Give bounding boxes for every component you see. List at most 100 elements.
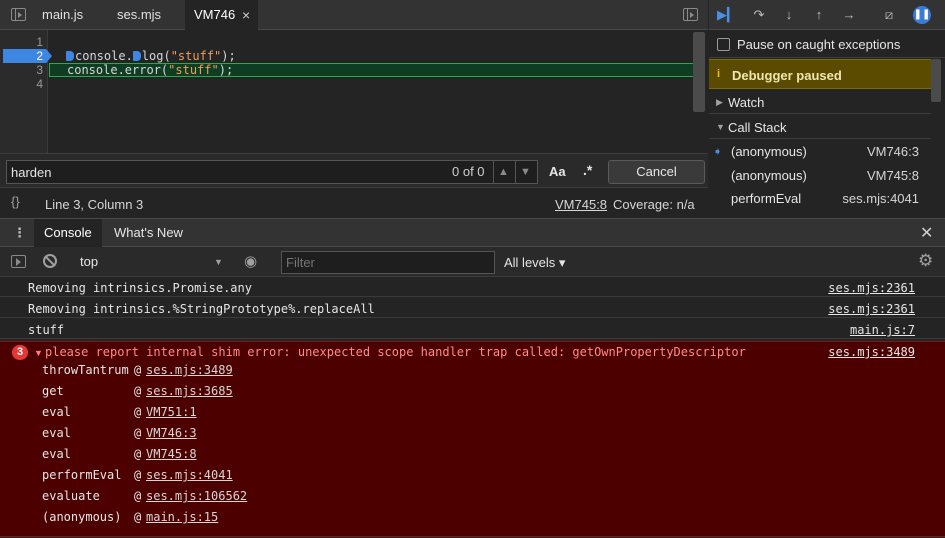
navigator-toggle-icon[interactable] [11, 8, 26, 21]
step-over-icon[interactable]: ↷ [749, 6, 769, 24]
source-map-link[interactable]: VM745:8 [555, 197, 607, 212]
filter-input[interactable] [281, 251, 495, 274]
editor-scrollbar[interactable] [693, 32, 705, 112]
step-out-icon[interactable]: ↑ [809, 6, 829, 24]
stack-location-link[interactable]: VM745:8 [146, 447, 197, 461]
stack-at: @ [134, 405, 142, 419]
frame-location: VM746:3 [866, 144, 919, 159]
console-sidebar-toggle-icon[interactable] [11, 255, 26, 268]
message-source-link[interactable]: ses.mjs:2361 [828, 302, 915, 316]
debugger-sidebar-toggle-icon[interactable] [683, 8, 698, 21]
stack-fn: eval [42, 426, 71, 440]
editor-status-bar: {} Line 3, Column 3 VM745:8 Coverage: n/… [0, 187, 708, 218]
context-selector[interactable]: top [80, 254, 98, 269]
line-gutter: 1 2 3 4 [0, 30, 52, 153]
stack-at: @ [134, 363, 142, 377]
drawer-menu-icon[interactable]: ⋮ [13, 225, 26, 241]
gear-icon[interactable]: ⚙ [918, 251, 933, 271]
pause-on-exceptions-icon[interactable]: ❚❚ [913, 6, 931, 24]
tab-main-js[interactable]: main.js [28, 0, 97, 30]
search-next-icon[interactable]: ▼ [515, 161, 535, 183]
stack-fn: eval [42, 447, 71, 461]
inline-breakpoint-icon[interactable] [66, 51, 74, 61]
stack-fn: throwTantrum [42, 363, 129, 377]
message-source-link[interactable]: main.js:7 [850, 323, 915, 337]
clear-console-icon[interactable] [43, 254, 57, 268]
stack-location-link[interactable]: ses.mjs:3489 [146, 363, 233, 377]
stack-at: @ [134, 426, 142, 440]
code-editor[interactable]: 1 2 3 4 console. log("stuff"); console.er… [0, 30, 708, 153]
message-source-link[interactable]: ses.mjs:2361 [828, 281, 915, 295]
watch-section[interactable]: ▶ Watch [709, 90, 931, 114]
code-string: "stuff" [170, 49, 222, 63]
pretty-print-icon[interactable]: {} [11, 194, 20, 209]
chevron-down-icon[interactable]: ▼ [214, 257, 223, 267]
log-levels-dropdown[interactable]: All levels ▾ [504, 255, 565, 271]
code-token: ); [218, 63, 234, 77]
line-number[interactable]: 2 [13, 49, 43, 63]
search-prev-icon[interactable]: ▲ [493, 161, 513, 183]
stack-location-link[interactable]: VM751:1 [146, 405, 197, 419]
code-token: console. [75, 49, 133, 63]
close-drawer-icon[interactable]: ✕ [920, 223, 933, 243]
match-case-button[interactable]: Aa [549, 164, 566, 179]
close-icon[interactable]: × [242, 0, 250, 30]
call-frame-selected[interactable]: ➧ (anonymous) VM746:3 [709, 139, 931, 163]
console-error-message[interactable]: 3 ▼ please report internal shim error: u… [0, 341, 945, 537]
frame-name: (anonymous) [731, 144, 807, 159]
error-source-link[interactable]: ses.mjs:3489 [828, 345, 915, 359]
paused-label: Debugger paused [732, 68, 842, 83]
chevron-down-icon: ▼ [716, 122, 725, 132]
line-number[interactable]: 1 [13, 35, 43, 49]
frame-location: VM745:8 [866, 168, 919, 183]
code-token: ); [221, 49, 236, 63]
info-icon: i [717, 68, 721, 80]
frame-location: ses.mjs:4041 [842, 191, 919, 206]
stack-fn: evaluate [42, 489, 100, 503]
tab-vm746[interactable]: VM746 × [185, 0, 258, 30]
code-line-3: console.error("stuff"); [67, 63, 233, 77]
editor-pane: main.js ses.mjs VM746 × 1 2 3 4 console. l… [0, 0, 708, 218]
stack-location-link[interactable]: main.js:15 [146, 510, 218, 524]
error-count-badge: 3 [12, 345, 28, 360]
call-frame[interactable]: (anonymous) VM745:8 [709, 163, 931, 187]
call-frame[interactable]: performEval ses.mjs:4041 [709, 186, 931, 210]
console-toolbar: top ▼ ◉ All levels ▾ ⚙ [0, 247, 945, 277]
stack-location-link[interactable]: ses.mjs:3685 [146, 384, 233, 398]
drawer-tabbar: ⋮ Console What's New ✕ [0, 218, 945, 247]
sidebar-scrollbar[interactable] [931, 59, 941, 102]
tab-ses-mjs[interactable]: ses.mjs [103, 0, 175, 30]
tab-label: VM746 [194, 7, 236, 22]
message-text: Removing intrinsics.Promise.any [28, 281, 252, 295]
tab-whats-new[interactable]: What's New [104, 219, 193, 247]
step-into-icon[interactable]: ↓ [779, 6, 799, 24]
watch-label: Watch [728, 95, 765, 110]
stack-fn: performEval [42, 468, 122, 482]
stack-fn: eval [42, 405, 71, 419]
inline-breakpoint-icon[interactable] [132, 51, 141, 61]
error-text: please report internal shim error: unexp… [45, 345, 746, 359]
pause-caught-checkbox[interactable] [717, 38, 730, 51]
tab-console[interactable]: Console [34, 219, 102, 247]
stack-at: @ [134, 489, 142, 503]
editor-tabbar: main.js ses.mjs VM746 × [0, 0, 708, 30]
pause-caught-exceptions[interactable]: Pause on caught exceptions [709, 30, 945, 58]
cancel-button[interactable]: Cancel [608, 160, 705, 184]
call-stack-label: Call Stack [728, 120, 787, 135]
stack-location-link[interactable]: ses.mjs:4041 [146, 468, 233, 482]
expand-triangle-icon[interactable]: ▼ [34, 348, 43, 358]
resume-icon[interactable]: ▶▎ [717, 6, 737, 24]
code-token: console.error( [67, 63, 169, 77]
stack-location-link[interactable]: ses.mjs:106562 [146, 489, 247, 503]
frame-name: (anonymous) [731, 168, 807, 183]
stack-location-link[interactable]: VM746:3 [146, 426, 197, 440]
regex-button[interactable]: .* [583, 162, 592, 178]
deactivate-breakpoints-icon[interactable]: ⧄ [879, 6, 899, 24]
line-number[interactable]: 4 [13, 77, 43, 91]
step-icon[interactable]: → [839, 6, 859, 24]
line-number[interactable]: 3 [13, 63, 43, 77]
stack-at: @ [134, 384, 142, 398]
search-bar: 0 of 0 ▲ ▼ Aa .* Cancel [0, 153, 708, 187]
live-expression-eye-icon[interactable]: ◉ [244, 252, 257, 270]
call-stack-section[interactable]: ▼ Call Stack [709, 115, 931, 139]
